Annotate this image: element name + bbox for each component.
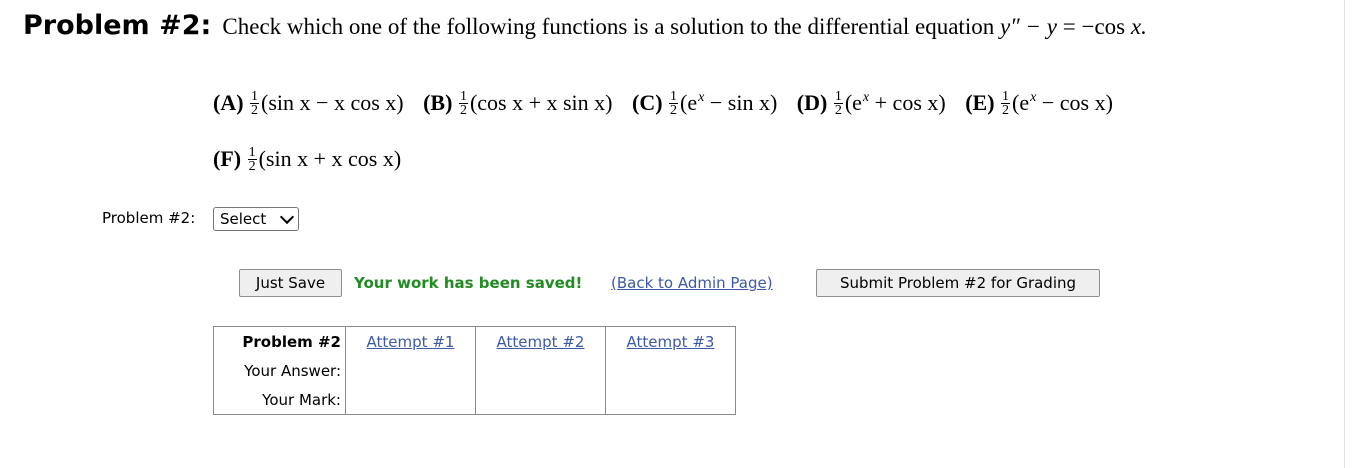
fraction: 12 bbox=[669, 89, 679, 119]
choice-label: (B) bbox=[423, 90, 453, 115]
mark-cell-attempt-3 bbox=[605, 385, 736, 415]
fraction-denominator: 2 bbox=[1002, 103, 1010, 119]
choice-label: (A) bbox=[213, 90, 244, 115]
answer-cell-attempt-2 bbox=[475, 356, 606, 385]
page-edge-divider bbox=[1344, 0, 1345, 468]
problem-header: Problem #2: Check which one of the follo… bbox=[23, 10, 1147, 41]
choice-e: (E) 1 2 (ex − cos x) bbox=[965, 90, 1113, 118]
attempt-2-link[interactable]: Attempt #2 bbox=[497, 333, 585, 351]
fraction-numerator: 1 bbox=[251, 89, 259, 105]
answer-select-label: Problem #2: bbox=[102, 209, 196, 227]
choice-expression-post: − sin x) bbox=[704, 90, 778, 115]
mark-cell-attempt-2 bbox=[475, 385, 606, 415]
answer-choices-row-1: (A) 1 2 (sin x − x cos x) (B) 1 2 (cos x + x… bbox=[213, 90, 1127, 118]
chevron-down-icon bbox=[279, 209, 295, 224]
problem-statement: Check which one of the following functio… bbox=[222, 14, 1146, 39]
fraction-numerator: 1 bbox=[459, 89, 467, 105]
fraction-numerator: 1 bbox=[834, 89, 842, 105]
mark-cell-attempt-1 bbox=[345, 385, 476, 415]
problem-text: Check which one of the following functio… bbox=[222, 14, 995, 39]
choice-expression: (sin x + x cos x) bbox=[258, 146, 402, 171]
fraction-numerator: 1 bbox=[248, 145, 256, 161]
fraction-denominator: 2 bbox=[670, 103, 678, 119]
answer-cell-attempt-3 bbox=[605, 356, 736, 385]
choice-expression: (sin x − x cos x) bbox=[261, 90, 404, 115]
answer-choices-row-2: (F) 1 2 (sin x + x cos x) bbox=[213, 146, 415, 174]
differential-equation: y″ − y = −cos x. bbox=[1000, 14, 1147, 39]
table-header-problem: Problem #2 bbox=[213, 326, 346, 356]
equation-rhs-var: x. bbox=[1130, 14, 1147, 39]
fraction: 12 bbox=[458, 89, 468, 119]
fraction-denominator: 2 bbox=[459, 103, 467, 119]
just-save-button[interactable]: Just Save bbox=[239, 269, 342, 297]
answer-cell-attempt-1 bbox=[345, 356, 476, 385]
choice-expression-post: − cos x) bbox=[1036, 90, 1113, 115]
choice-expression-pre: (e bbox=[844, 90, 862, 115]
choice-c: (C) 1 2 (ex − sin x) bbox=[632, 90, 777, 118]
choice-label: (C) bbox=[632, 90, 663, 115]
table-row: Your Answer: bbox=[213, 356, 736, 385]
choice-b: (B) 1 2 (cos x + x sin x) bbox=[423, 90, 612, 118]
table-row: Your Mark: bbox=[213, 385, 736, 415]
fraction-numerator: 1 bbox=[670, 89, 678, 105]
choice-expression-post: + cos x) bbox=[869, 90, 946, 115]
choice-label: (F) bbox=[213, 146, 242, 171]
equation-rhs-cos: −cos bbox=[1081, 14, 1126, 39]
choice-d: (D) 1 2 (ex + cos x) bbox=[797, 90, 946, 118]
choice-a: (A) 1 2 (sin x − x cos x) bbox=[213, 90, 404, 118]
submit-for-grading-button[interactable]: Submit Problem #2 for Grading bbox=[816, 269, 1100, 297]
row-label-your-mark: Your Mark: bbox=[213, 385, 346, 415]
choice-label: (E) bbox=[965, 90, 995, 115]
fraction-denominator: 2 bbox=[251, 103, 259, 119]
answer-select-dropdown[interactable]: Select bbox=[213, 207, 299, 231]
attempts-table: Problem #2 Attempt #1 Attempt #2 Attempt… bbox=[213, 326, 736, 415]
fraction: 12 bbox=[1001, 89, 1011, 119]
fraction: 12 bbox=[833, 89, 843, 119]
table-row: Problem #2 Attempt #1 Attempt #2 Attempt… bbox=[213, 326, 736, 356]
saved-status-message: Your work has been saved! bbox=[354, 274, 583, 292]
choice-expression: (cos x + x sin x) bbox=[469, 90, 613, 115]
fraction: 12 bbox=[250, 89, 260, 119]
select-value: Select bbox=[220, 210, 267, 228]
choice-expression-pre: (e bbox=[1012, 90, 1030, 115]
equation-lhs: y″ − y bbox=[999, 14, 1057, 39]
fraction-numerator: 1 bbox=[1002, 89, 1010, 105]
fraction: 12 bbox=[247, 145, 257, 175]
choice-expression-pre: (e bbox=[680, 90, 698, 115]
fraction-denominator: 2 bbox=[834, 103, 842, 119]
attempt-1-link[interactable]: Attempt #1 bbox=[367, 333, 455, 351]
equation-equals: = bbox=[1062, 14, 1076, 39]
choice-f: (F) 1 2 (sin x + x cos x) bbox=[213, 146, 401, 174]
problem-title: Problem #2: bbox=[23, 10, 212, 41]
back-to-admin-link[interactable]: (Back to Admin Page) bbox=[611, 274, 773, 292]
fraction-denominator: 2 bbox=[248, 159, 256, 175]
choice-label: (D) bbox=[796, 90, 828, 115]
attempt-3-link[interactable]: Attempt #3 bbox=[627, 333, 715, 351]
row-label-your-answer: Your Answer: bbox=[213, 356, 346, 385]
